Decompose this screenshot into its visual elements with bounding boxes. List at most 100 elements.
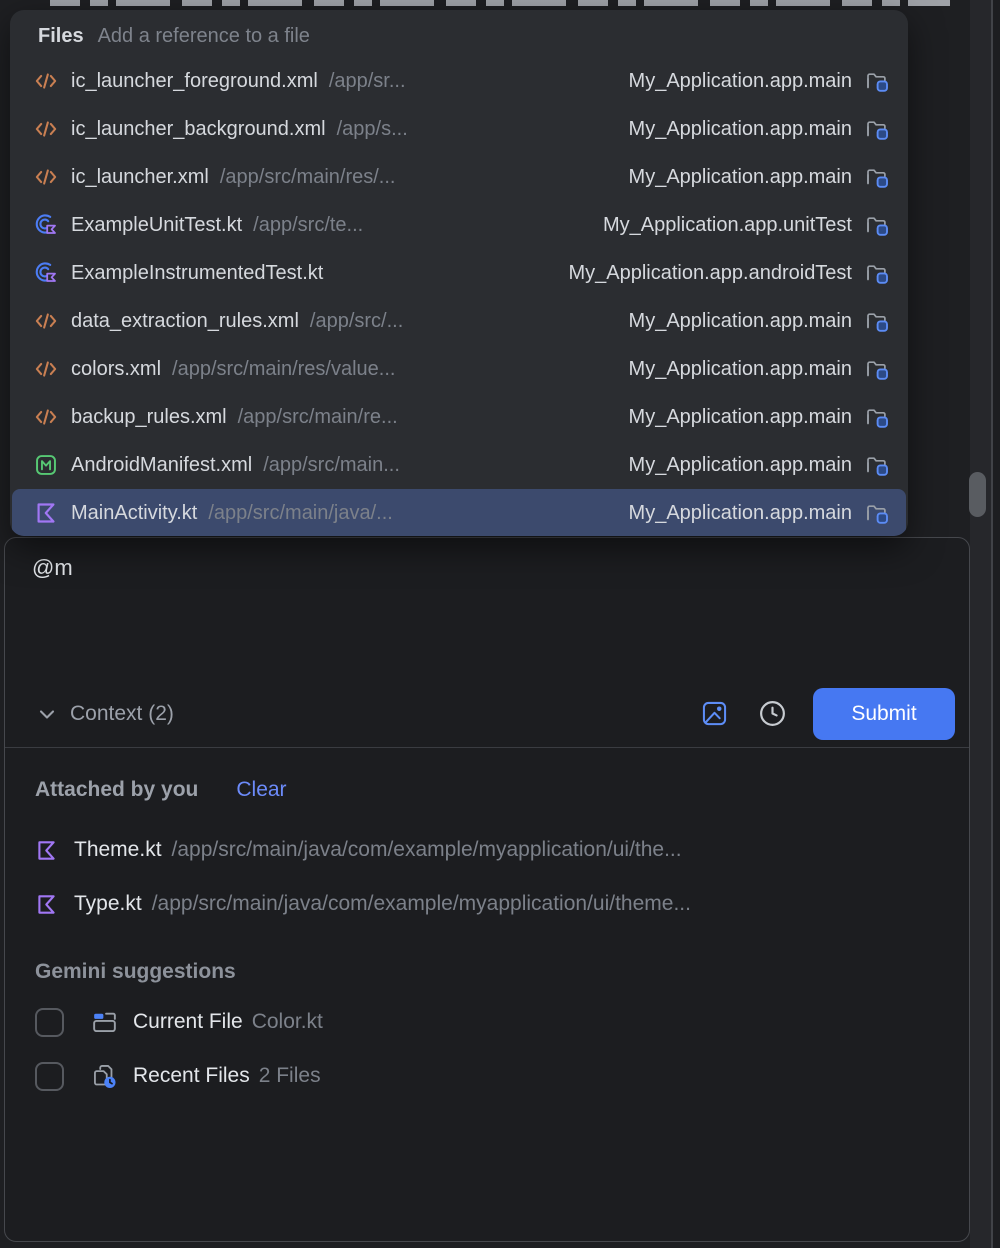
file-path: /app/src/main/java/... — [208, 502, 393, 525]
prompt-input[interactable]: @m — [5, 538, 969, 680]
file-path: /app/src/main/re... — [238, 406, 398, 429]
file-module: My_Application.app.main — [629, 502, 852, 525]
module-folder-icon — [865, 309, 890, 333]
popup-header: Files Add a reference to a file — [10, 10, 908, 56]
file-module: My_Application.app.main — [629, 454, 852, 477]
file-row[interactable]: ExampleInstrumentedTest.kt My_Applicatio… — [12, 249, 906, 297]
file-module: My_Application.app.main — [629, 166, 852, 189]
clock-icon — [758, 699, 787, 728]
file-row[interactable]: ExampleUnitTest.kt /app/src/te... My_App… — [12, 201, 906, 249]
file-path: /app/sr... — [329, 70, 406, 93]
file-type-icon — [34, 357, 58, 381]
file-row[interactable]: colors.xml /app/src/main/res/value... My… — [12, 345, 906, 393]
file-row[interactable]: AndroidManifest.xml /app/src/main... My_… — [12, 441, 906, 489]
file-row[interactable]: backup_rules.xml /app/src/main/re... My_… — [12, 393, 906, 441]
attached-by-you-title: Attached by you — [35, 778, 198, 802]
file-name: MainActivity.kt — [71, 502, 197, 525]
file-module: My_Application.app.main — [629, 118, 852, 141]
file-name: AndroidManifest.xml — [71, 454, 252, 477]
file-type-icon — [34, 213, 58, 237]
attachment-path: /app/src/main/java/com/example/myapplica… — [172, 838, 682, 862]
context-bar: Context (2) Submit — [5, 680, 969, 747]
file-type-icon — [34, 501, 58, 525]
file-type-icon — [34, 69, 58, 93]
module-folder-icon — [865, 405, 890, 429]
suggestion-label: Recent Files — [133, 1064, 250, 1088]
clipped-chat-text — [50, 0, 950, 6]
file-path: /app/src/te... — [253, 214, 363, 237]
attachment-path: /app/src/main/java/com/example/myapplica… — [152, 892, 691, 916]
attachment-row[interactable]: Theme.kt /app/src/main/java/com/example/… — [35, 838, 939, 862]
file-name: ic_launcher_background.xml — [71, 118, 326, 141]
chevron-down-icon[interactable] — [35, 702, 59, 726]
file-path: /app/src/main... — [263, 454, 400, 477]
file-module: My_Application.app.unitTest — [603, 214, 852, 237]
file-path: /app/src/... — [310, 310, 403, 333]
file-type-icon — [34, 405, 58, 429]
clear-attachments-link[interactable]: Clear — [236, 778, 286, 802]
gemini-suggestions-title: Gemini suggestions — [35, 960, 939, 984]
file-module: My_Application.app.main — [629, 358, 852, 381]
attachment-row[interactable]: Type.kt /app/src/main/java/com/example/m… — [35, 892, 939, 916]
context-toggle-label[interactable]: Context (2) — [70, 702, 174, 726]
file-list: ic_launcher_foreground.xml /app/sr... My… — [10, 56, 908, 536]
suggestion-row: Recent Files 2 Files — [35, 1060, 939, 1092]
module-folder-icon — [865, 165, 890, 189]
attachment-name: Type.kt — [74, 892, 142, 916]
suggestion-detail: 2 Files — [259, 1064, 321, 1088]
file-module: My_Application.app.main — [629, 310, 852, 333]
module-folder-icon — [865, 453, 890, 477]
file-path: /app/s... — [337, 118, 408, 141]
prompt-input-value: @m — [32, 555, 73, 580]
module-folder-icon — [865, 117, 890, 141]
attachment-name: Theme.kt — [74, 838, 162, 862]
suggestion-detail: Color.kt — [252, 1010, 323, 1034]
suggestion-checkbox[interactable] — [35, 1062, 64, 1091]
file-type-icon — [34, 165, 58, 189]
suggestion-checkbox[interactable] — [35, 1008, 64, 1037]
module-folder-icon — [865, 69, 890, 93]
file-reference-popup: Files Add a reference to a file ic_launc… — [10, 10, 908, 536]
file-name: data_extraction_rules.xml — [71, 310, 299, 333]
file-type-icon — [34, 309, 58, 333]
kotlin-file-icon — [35, 839, 58, 862]
kotlin-file-icon — [35, 893, 58, 916]
module-folder-icon — [865, 357, 890, 381]
suggestion-icon — [91, 1009, 118, 1036]
file-name: ExampleInstrumentedTest.kt — [71, 262, 323, 285]
suggestion-icon — [91, 1063, 118, 1090]
module-folder-icon — [865, 261, 890, 285]
file-module: My_Application.app.main — [629, 70, 852, 93]
popup-placeholder: Add a reference to a file — [98, 25, 310, 48]
file-row[interactable]: ic_launcher.xml /app/src/main/res/... My… — [12, 153, 906, 201]
suggestion-label: Current File — [133, 1010, 243, 1034]
suggestion-list: Current File Color.kt Recent Files 2 Fil… — [35, 1006, 939, 1092]
file-row[interactable]: ic_launcher_background.xml /app/s... My_… — [12, 105, 906, 153]
file-module: My_Application.app.main — [629, 406, 852, 429]
file-row[interactable]: data_extraction_rules.xml /app/src/... M… — [12, 297, 906, 345]
history-button[interactable] — [752, 694, 792, 734]
file-type-icon — [34, 117, 58, 141]
image-icon — [701, 700, 728, 727]
chat-composer-panel: @m Context (2) Submit Attached by you Cl… — [4, 537, 970, 1242]
module-folder-icon — [865, 501, 890, 525]
file-name: ExampleUnitTest.kt — [71, 214, 242, 237]
attach-image-button[interactable] — [694, 694, 734, 734]
module-folder-icon — [865, 213, 890, 237]
file-module: My_Application.app.androidTest — [568, 262, 852, 285]
submit-button[interactable]: Submit — [813, 688, 955, 740]
file-name: ic_launcher.xml — [71, 166, 209, 189]
file-name: ic_launcher_foreground.xml — [71, 70, 318, 93]
suggestion-row: Current File Color.kt — [35, 1006, 939, 1038]
file-row[interactable]: MainActivity.kt /app/src/main/java/... M… — [12, 489, 906, 536]
file-path: /app/src/main/res/... — [220, 166, 396, 189]
file-type-icon — [34, 261, 58, 285]
file-type-icon — [34, 453, 58, 477]
attachment-list: Theme.kt /app/src/main/java/com/example/… — [35, 838, 939, 916]
context-content: Attached by you Clear Theme.kt /app/src/… — [5, 748, 969, 1241]
file-name: colors.xml — [71, 358, 161, 381]
attached-header: Attached by you Clear — [35, 778, 939, 802]
chat-scrollbar-thumb[interactable] — [969, 472, 986, 517]
file-row[interactable]: ic_launcher_foreground.xml /app/sr... My… — [12, 57, 906, 105]
file-name: backup_rules.xml — [71, 406, 227, 429]
